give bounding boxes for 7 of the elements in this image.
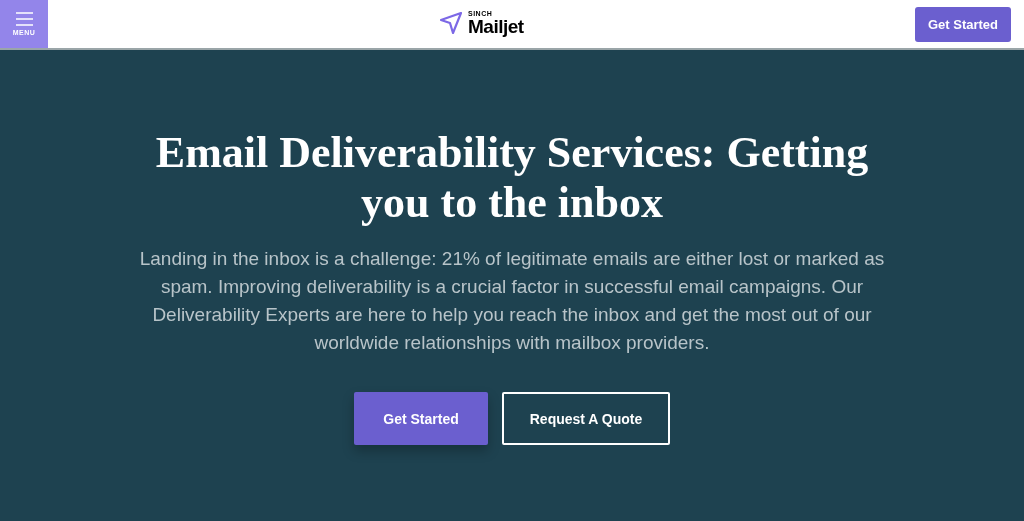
menu-icon xyxy=(15,12,33,26)
hero-title: Email Deliverability Services: Getting you to the inbox xyxy=(154,128,870,228)
get-started-button[interactable]: Get Started xyxy=(354,392,488,445)
get-started-button[interactable]: Get Started xyxy=(915,7,1011,42)
request-quote-button[interactable]: Request A Quote xyxy=(502,392,670,445)
paper-plane-icon xyxy=(440,12,462,34)
hero-description: Landing in the inbox is a challenge: 21% of legitimate emails are either lost or marked as spam. Improving deliverability is a crucial factor in successful email campaigns. Our Deliverability Experts are here to help you reach the inbox and get the most out of our worldwide relationships with mailbox providers. xyxy=(139,247,885,355)
